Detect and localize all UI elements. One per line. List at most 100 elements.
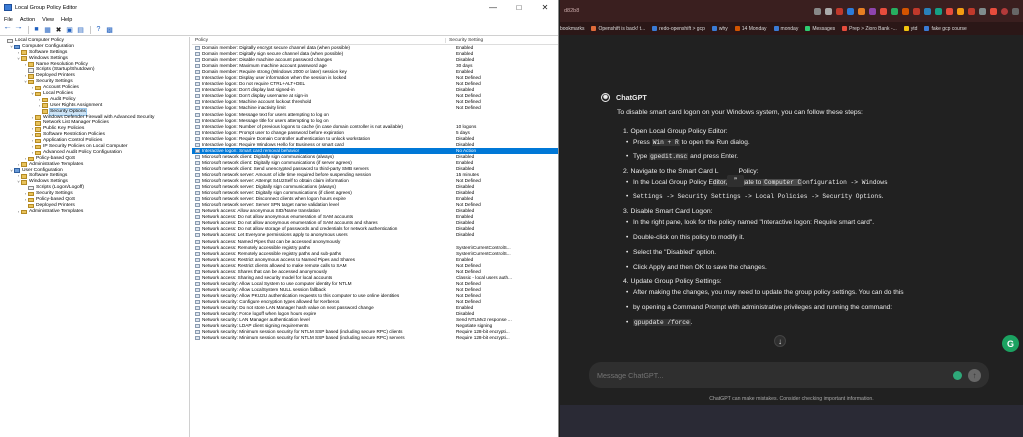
bookmark-item[interactable]: monday (773, 26, 798, 32)
star-icon[interactable] (825, 7, 832, 15)
policy-icon (195, 179, 200, 184)
extension-icon[interactable] (891, 7, 898, 15)
delete-icon[interactable]: ✖ (54, 26, 63, 34)
back-arrow-icon[interactable]: 🠐 (3, 25, 12, 34)
tree-node[interactable]: › Administrative Templates (0, 209, 189, 215)
message-composer: ↑ (589, 362, 989, 388)
bookmark-item[interactable]: Messages (805, 26, 835, 32)
bookmark-item[interactable]: ytd (903, 26, 917, 32)
menu-file[interactable]: File (4, 17, 13, 23)
extension-badge-icon[interactable] (953, 370, 962, 380)
console-icon[interactable]: ▩ (105, 26, 114, 34)
bookmark-item[interactable]: 14 Monday (734, 26, 767, 32)
extension-icon[interactable] (913, 7, 920, 15)
folder-icon (21, 180, 27, 185)
policy-icon (195, 142, 200, 147)
bookmark-item[interactable]: Openshift is back! t... (591, 26, 645, 32)
folder-icon (35, 85, 41, 91)
extension-icon[interactable] (979, 7, 986, 15)
bookmarks-bar: bookmarks Openshift is back! t... redo-o… (560, 22, 1023, 35)
extension-icon[interactable] (957, 7, 964, 15)
minimize-icon[interactable]: — (480, 0, 506, 15)
policy-icon (195, 136, 200, 141)
folder-icon (28, 74, 34, 79)
extension-icon[interactable] (880, 7, 887, 15)
quote-icon[interactable]: ” (727, 175, 744, 187)
folder-icon (21, 174, 27, 179)
grammarly-icon[interactable]: G (1002, 335, 1019, 352)
step-heading: 1. Open Local Group Policy Editor: (623, 128, 728, 135)
extension-icon[interactable] (902, 7, 909, 15)
policy-icon (195, 251, 200, 256)
menu-help[interactable]: Help (61, 17, 72, 23)
policy-icon (195, 324, 200, 329)
chatgpt-logo-icon: ✺ (601, 93, 610, 102)
bookmark-item[interactable]: bookmarks (560, 26, 584, 32)
step-bullet: In the Local Group Policy Editor, naviga… (626, 176, 991, 191)
policy-icon (195, 330, 200, 335)
bookmark-item[interactable]: Prep > Zioro Bank -... (842, 26, 897, 32)
maximize-icon[interactable]: □ (506, 0, 532, 15)
policy-icon (195, 52, 200, 57)
properties-icon[interactable]: ▣ (65, 26, 74, 34)
folder-icon (35, 132, 41, 138)
folder-icon (35, 91, 41, 97)
step-bullet: Click Apply and then OK to save the chan… (626, 261, 991, 276)
column-security-setting[interactable]: Security Setting (446, 38, 483, 43)
extension-icon[interactable] (847, 7, 854, 15)
policy-icon (195, 76, 200, 81)
zoom-icon[interactable] (814, 7, 821, 15)
group-policy-editor-window: Local Group Policy Editor — □ ✕ File Act… (0, 0, 559, 437)
bookmark-item[interactable]: fake gcp course (924, 26, 967, 32)
tab-strip: d82b8 (560, 0, 1023, 22)
policy-icon (195, 299, 200, 304)
policy-icon (195, 172, 200, 177)
up-folder-icon[interactable]: ■ (32, 26, 41, 34)
policy-icon (195, 287, 200, 292)
policy-icon (195, 318, 200, 323)
policy-icon (195, 64, 200, 69)
column-policy[interactable]: Policy (192, 38, 446, 43)
export-list-icon[interactable]: ▤ (76, 26, 85, 34)
policy-icon (195, 245, 200, 250)
policy-tree: Local Computer Policy ˅ Computer Configura… (0, 37, 190, 437)
policy-icon (195, 88, 200, 93)
scroll-down-icon[interactable]: ↓ (774, 335, 786, 347)
step-bullet-continuation: gpupdate /force. (626, 316, 991, 331)
step-heading: 3. Disable Smart Card Logon: (623, 207, 713, 215)
help-icon[interactable]: ? (94, 26, 103, 34)
message-input[interactable] (597, 370, 953, 380)
send-arrow-icon[interactable]: ↑ (968, 368, 981, 382)
show-hide-tree-icon[interactable]: ▦ (43, 26, 52, 34)
close-icon[interactable]: ✕ (532, 0, 558, 15)
chat-area: ✺ ChatGPT To disable smart card logon on… (560, 35, 1023, 437)
menu-action[interactable]: Action (20, 17, 35, 23)
forward-arrow-icon[interactable]: 🠒 (14, 25, 23, 34)
extension-icon[interactable] (858, 7, 865, 15)
extension-icon[interactable] (935, 7, 942, 15)
folder-icon (21, 209, 27, 215)
menu-view[interactable]: View (42, 17, 54, 23)
title-bar: Local Group Policy Editor — □ ✕ (0, 0, 558, 15)
window-title: Local Group Policy Editor (15, 4, 78, 11)
menu-kebab-icon[interactable] (1012, 7, 1019, 15)
profile-avatar-icon[interactable] (1001, 7, 1008, 15)
extension-icon[interactable] (968, 7, 975, 15)
tab-url[interactable]: d82b8 (564, 8, 814, 14)
policy-icon (195, 336, 200, 341)
extension-icon[interactable] (836, 7, 843, 15)
extension-icon[interactable] (946, 7, 953, 15)
bookmark-item[interactable]: why (711, 26, 728, 32)
folder-icon (28, 79, 34, 85)
step-bullet: Press Win + R to open the Run dialog. (626, 136, 991, 151)
extension-icon[interactable] (990, 7, 997, 15)
policy-icon (195, 269, 200, 274)
policy-icon (195, 82, 200, 87)
folder-icon (35, 150, 41, 156)
extension-icon[interactable] (924, 7, 931, 15)
table-row[interactable]: Network security: Minimum session securi… (192, 335, 558, 341)
extension-icon[interactable] (869, 7, 876, 15)
policy-icon (195, 293, 200, 298)
folder-icon (42, 109, 48, 114)
bookmark-item[interactable]: redo-openshift > gcp (652, 26, 705, 32)
